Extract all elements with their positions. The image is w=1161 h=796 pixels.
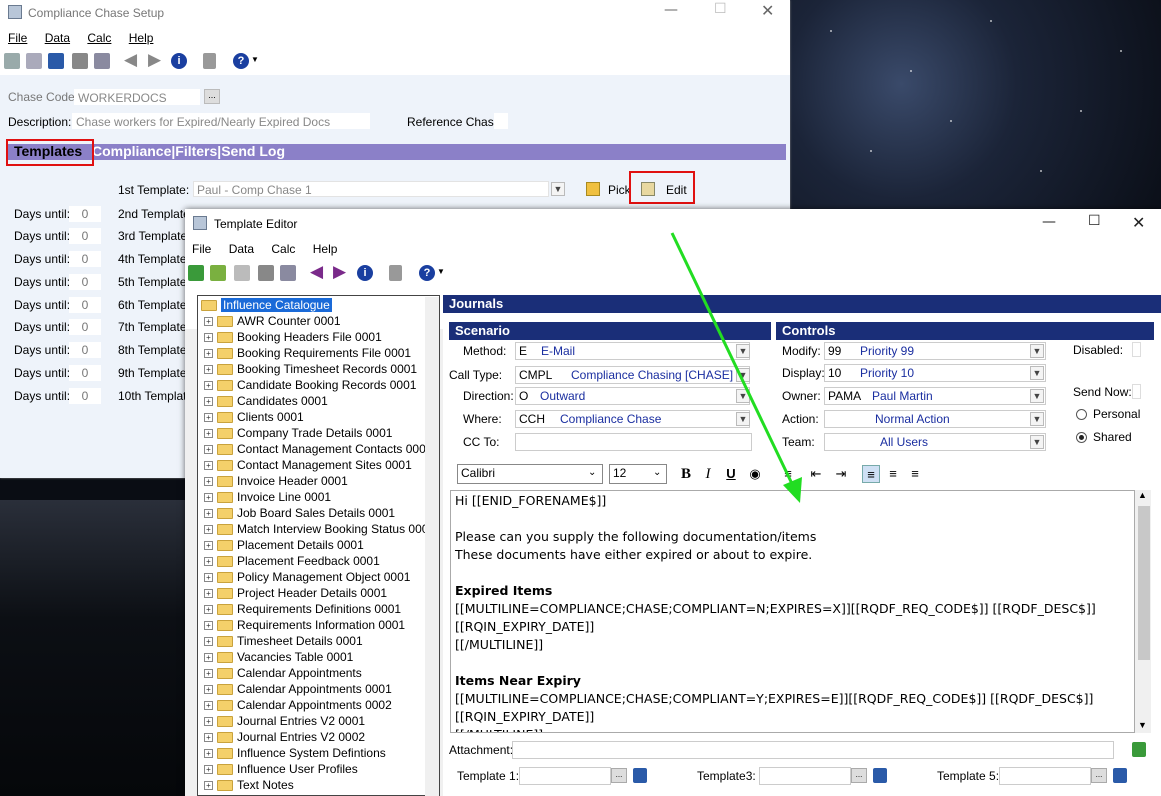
annotation-arrow: [670, 232, 802, 503]
arrow-line: [670, 232, 797, 491]
arrow-head: [783, 477, 802, 503]
